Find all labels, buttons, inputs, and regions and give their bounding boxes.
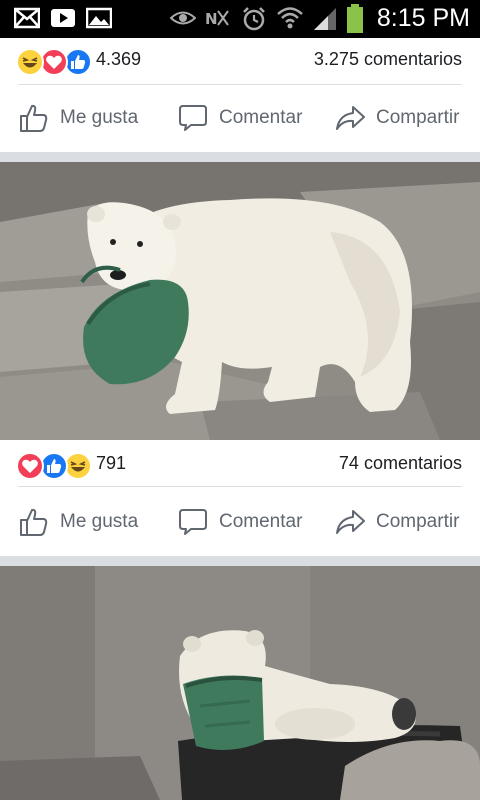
video-icon [50, 7, 76, 34]
svg-text:N: N [205, 10, 218, 28]
wifi-icon [276, 5, 304, 36]
share-label: Compartir [376, 107, 460, 128]
like-reaction-icon [40, 452, 68, 480]
post-card [0, 566, 480, 800]
like-label: Me gusta [60, 511, 139, 532]
alarm-icon [242, 7, 266, 36]
post-photo[interactable] [0, 566, 480, 800]
share-button[interactable]: Compartir [334, 489, 459, 555]
haha-reaction-icon [16, 48, 44, 76]
share-icon [336, 106, 365, 130]
like-button[interactable]: Me gusta [18, 85, 138, 151]
clock: 8:15 PM [376, 4, 470, 32]
comment-button[interactable]: Comentar [177, 489, 302, 555]
thumbs-up-icon [20, 508, 48, 536]
like-button[interactable]: Me gusta [18, 489, 138, 555]
comment-icon [179, 509, 207, 535]
reaction-count[interactable]: 4.369 [96, 49, 141, 70]
thumbs-up-icon [20, 104, 48, 132]
post-actions: Me gusta Comentar Compartir [0, 85, 480, 151]
comment-button[interactable]: Comentar [177, 85, 302, 151]
status-bar: N 8:15 PM [0, 0, 480, 38]
post-actions: Me gusta Comentar Compartir [0, 489, 480, 555]
comment-label: Comentar [219, 107, 303, 128]
comment-icon [179, 105, 207, 131]
like-label: Me gusta [60, 107, 139, 128]
reaction-count[interactable]: 791 [96, 453, 126, 474]
post-stats: 791 74 comentarios [16, 440, 462, 487]
signal-icon [312, 6, 338, 37]
battery-icon [345, 4, 365, 39]
polar-bear-photo [0, 566, 480, 800]
comment-count[interactable]: 74 comentarios [339, 453, 462, 474]
haha-reaction-icon [64, 452, 92, 480]
nfc-icon: N [204, 7, 230, 34]
polar-bear-photo [0, 162, 480, 440]
comment-label: Comentar [219, 511, 303, 532]
share-button[interactable]: Compartir [334, 85, 459, 151]
comment-count[interactable]: 3.275 comentarios [314, 49, 462, 70]
post-card: 791 74 comentarios Me gusta Comentar Com… [0, 162, 480, 556]
love-reaction-icon [16, 452, 44, 480]
post-photo[interactable] [0, 162, 480, 440]
eye-icon [169, 7, 197, 34]
image-icon [85, 7, 113, 34]
post-stats: 4.369 3.275 comentarios [16, 38, 462, 85]
share-label: Compartir [376, 511, 460, 532]
post-card: 4.369 3.275 comentarios Me gusta Comenta… [0, 38, 480, 152]
share-icon [336, 510, 365, 534]
mail-icon [13, 7, 41, 34]
love-reaction-icon [40, 48, 68, 76]
like-reaction-icon [64, 48, 92, 76]
